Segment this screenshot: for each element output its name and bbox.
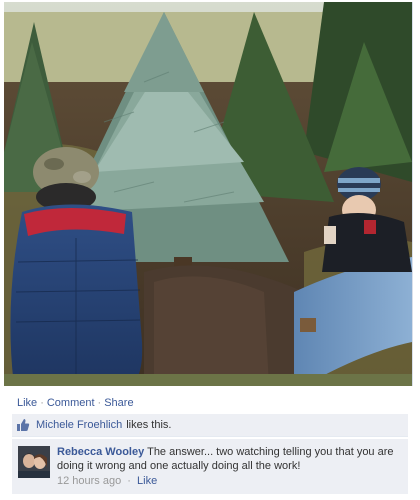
comment-author-link[interactable]: Rebecca Wooley [57,446,144,458]
feedback-section: Michele Froehlich likes this. Rebecca Wo… [12,414,408,494]
christmas-tree-farm-photo [4,2,412,386]
avatar[interactable] [18,446,50,478]
facebook-photo-post: Like · Comment · Share Michele Froehlich lik… [0,0,420,500]
comment-like-link[interactable]: Like [137,475,157,487]
comment-body: Rebecca Wooley The answer... two watchin… [57,445,402,488]
comment-timestamp[interactable]: 12 hours ago [57,475,121,487]
liker-name-link[interactable]: Michele Froehlich [36,419,122,431]
share-link[interactable]: Share [104,397,133,409]
comment: Rebecca Wooley The answer... two watchin… [12,439,408,494]
post-actions: Like · Comment · Share [17,396,134,410]
comment-link[interactable]: Comment [47,397,95,409]
likes-text: likes this. [126,419,172,431]
separator: · [40,397,44,409]
comment-meta: 12 hours ago · Like [57,474,402,488]
likes-summary: Michele Froehlich likes this. [12,414,408,437]
like-link[interactable]: Like [17,397,37,409]
separator: · [97,397,102,409]
separator: · [127,475,131,487]
thumbs-up-icon [16,418,30,432]
post-photo[interactable] [4,2,413,386]
